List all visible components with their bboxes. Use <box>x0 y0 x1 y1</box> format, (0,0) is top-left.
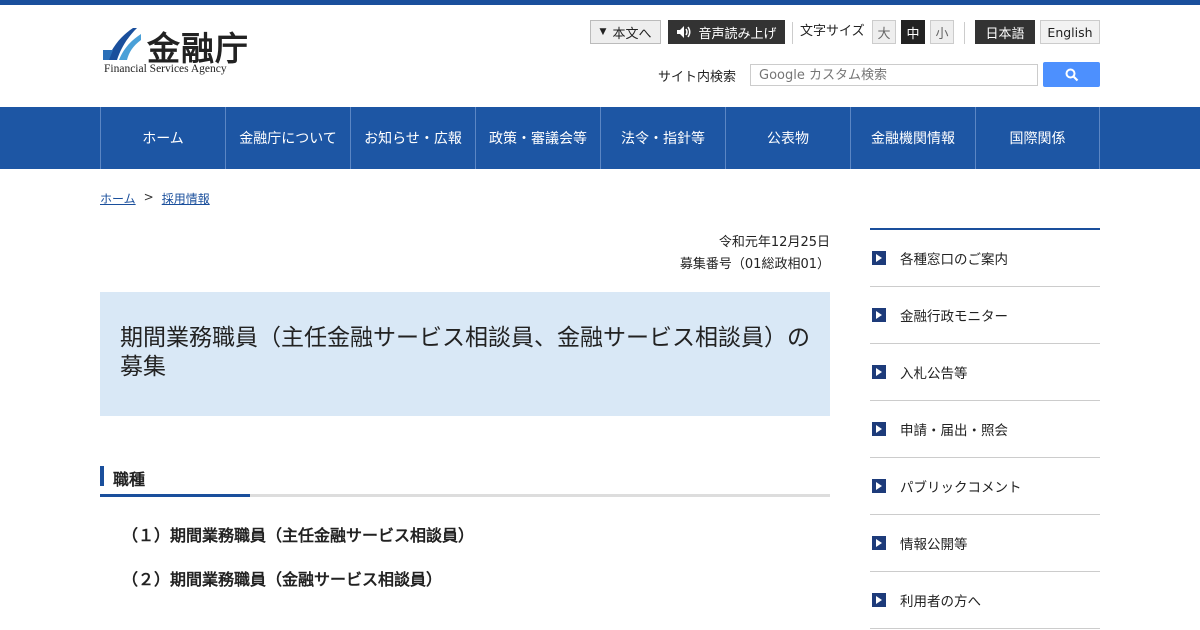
breadcrumb: ホーム > 採用情報 <box>100 190 210 207</box>
breadcrumb-recruit-link[interactable]: 採用情報 <box>162 190 210 207</box>
arrow-right-icon <box>872 365 886 379</box>
fsa-logo[interactable]: 金融庁 Financial Services Agency <box>103 24 263 80</box>
nav-item-home[interactable]: ホーム <box>100 107 225 169</box>
heading-underline-accent <box>100 494 250 497</box>
page-title: 期間業務職員（主任金融サービス相談員、金融サービス相談員）の募集 <box>120 325 810 380</box>
lang-english-button[interactable]: English <box>1040 20 1100 44</box>
top-accent-bar <box>0 0 1200 5</box>
search-button[interactable] <box>1043 62 1100 87</box>
font-size-large-button[interactable]: 大 <box>872 20 896 44</box>
arrow-right-icon <box>872 308 886 322</box>
speaker-icon <box>677 26 691 38</box>
nav-item-laws[interactable]: 法令・指針等 <box>600 107 725 169</box>
triangle-down-icon: ▼ <box>599 27 607 37</box>
read-aloud-button[interactable]: 音声読み上げ <box>668 20 785 44</box>
skip-to-content-label: 本文へ <box>612 26 652 42</box>
skip-to-content-button[interactable]: ▼ 本文へ <box>590 20 661 44</box>
sidebar-item-label: 情報公開等 <box>900 537 968 553</box>
arrow-right-icon <box>872 479 886 493</box>
nav-item-publications[interactable]: 公表物 <box>725 107 850 169</box>
arrow-right-icon <box>872 251 886 265</box>
sidebar-item-applications[interactable]: 申請・届出・照会 <box>870 401 1100 458</box>
logo-text-en: Financial Services Agency <box>104 63 227 75</box>
sidebar-item-monitor[interactable]: 金融行政モニター <box>870 287 1100 344</box>
arrow-right-icon <box>872 422 886 436</box>
nav-item-institutions[interactable]: 金融機関情報 <box>850 107 975 169</box>
read-aloud-label: 音声読み上げ <box>698 26 777 42</box>
global-nav: ホーム 金融庁について お知らせ・広報 政策・審議会等 法令・指針等 公表物 金… <box>0 107 1200 169</box>
search-icon <box>1065 68 1078 81</box>
sidebar-item-label: 入札公告等 <box>900 366 968 382</box>
page-title-box: 期間業務職員（主任金融サービス相談員、金融サービス相談員）の募集 <box>100 292 830 416</box>
recruitment-number: 募集番号（01総政相01） <box>679 257 830 272</box>
divider <box>964 22 965 44</box>
section-title: 職種 <box>113 470 146 489</box>
fsa-emblem-icon <box>103 28 141 60</box>
arrow-right-icon <box>872 593 886 607</box>
divider <box>792 22 793 44</box>
sidebar-item-label: 利用者の方へ <box>900 594 981 610</box>
sidebar-item-label: パブリックコメント <box>900 480 1022 496</box>
sidebar-item-public-comment[interactable]: パブリックコメント <box>870 458 1100 515</box>
breadcrumb-home-link[interactable]: ホーム <box>100 190 136 207</box>
lang-japanese-button[interactable]: 日本語 <box>975 20 1035 44</box>
sidebar-item-users[interactable]: 利用者の方へ <box>870 572 1100 629</box>
sidebar-item-disclosure[interactable]: 情報公開等 <box>870 515 1100 572</box>
font-size-label: 文字サイズ <box>800 24 865 39</box>
font-size-small-button[interactable]: 小 <box>930 20 954 44</box>
sidebar-item-label: 各種窓口のご案内 <box>900 252 1008 268</box>
breadcrumb-separator: > <box>143 190 154 204</box>
nav-item-international[interactable]: 国際関係 <box>975 107 1100 169</box>
job-item: （１）期間業務職員（主任金融サービス相談員） <box>122 526 475 545</box>
sidebar-item-label: 金融行政モニター <box>900 309 1008 325</box>
nav-item-news[interactable]: お知らせ・広報 <box>350 107 475 169</box>
section-heading: 職種 <box>100 463 830 499</box>
nav-item-about[interactable]: 金融庁について <box>225 107 350 169</box>
arrow-right-icon <box>872 536 886 550</box>
job-item: （２）期間業務職員（金融サービス相談員） <box>122 570 443 589</box>
nav-item-policy[interactable]: 政策・審議会等 <box>475 107 600 169</box>
site-search-label: サイト内検索 <box>658 70 737 85</box>
sidebar-item-bids[interactable]: 入札公告等 <box>870 344 1100 401</box>
sidebar-item-contact[interactable]: 各種窓口のご案内 <box>870 230 1100 287</box>
publish-date: 令和元年12月25日 <box>718 235 830 250</box>
sidebar-menu: 各種窓口のご案内 金融行政モニター 入札公告等 申請・届出・照会 パブリックコメ… <box>870 228 1100 629</box>
heading-accent-bar <box>100 466 104 486</box>
site-search-input[interactable] <box>750 64 1038 86</box>
sidebar-item-label: 申請・届出・照会 <box>900 423 1008 439</box>
font-size-medium-button[interactable]: 中 <box>901 20 925 44</box>
